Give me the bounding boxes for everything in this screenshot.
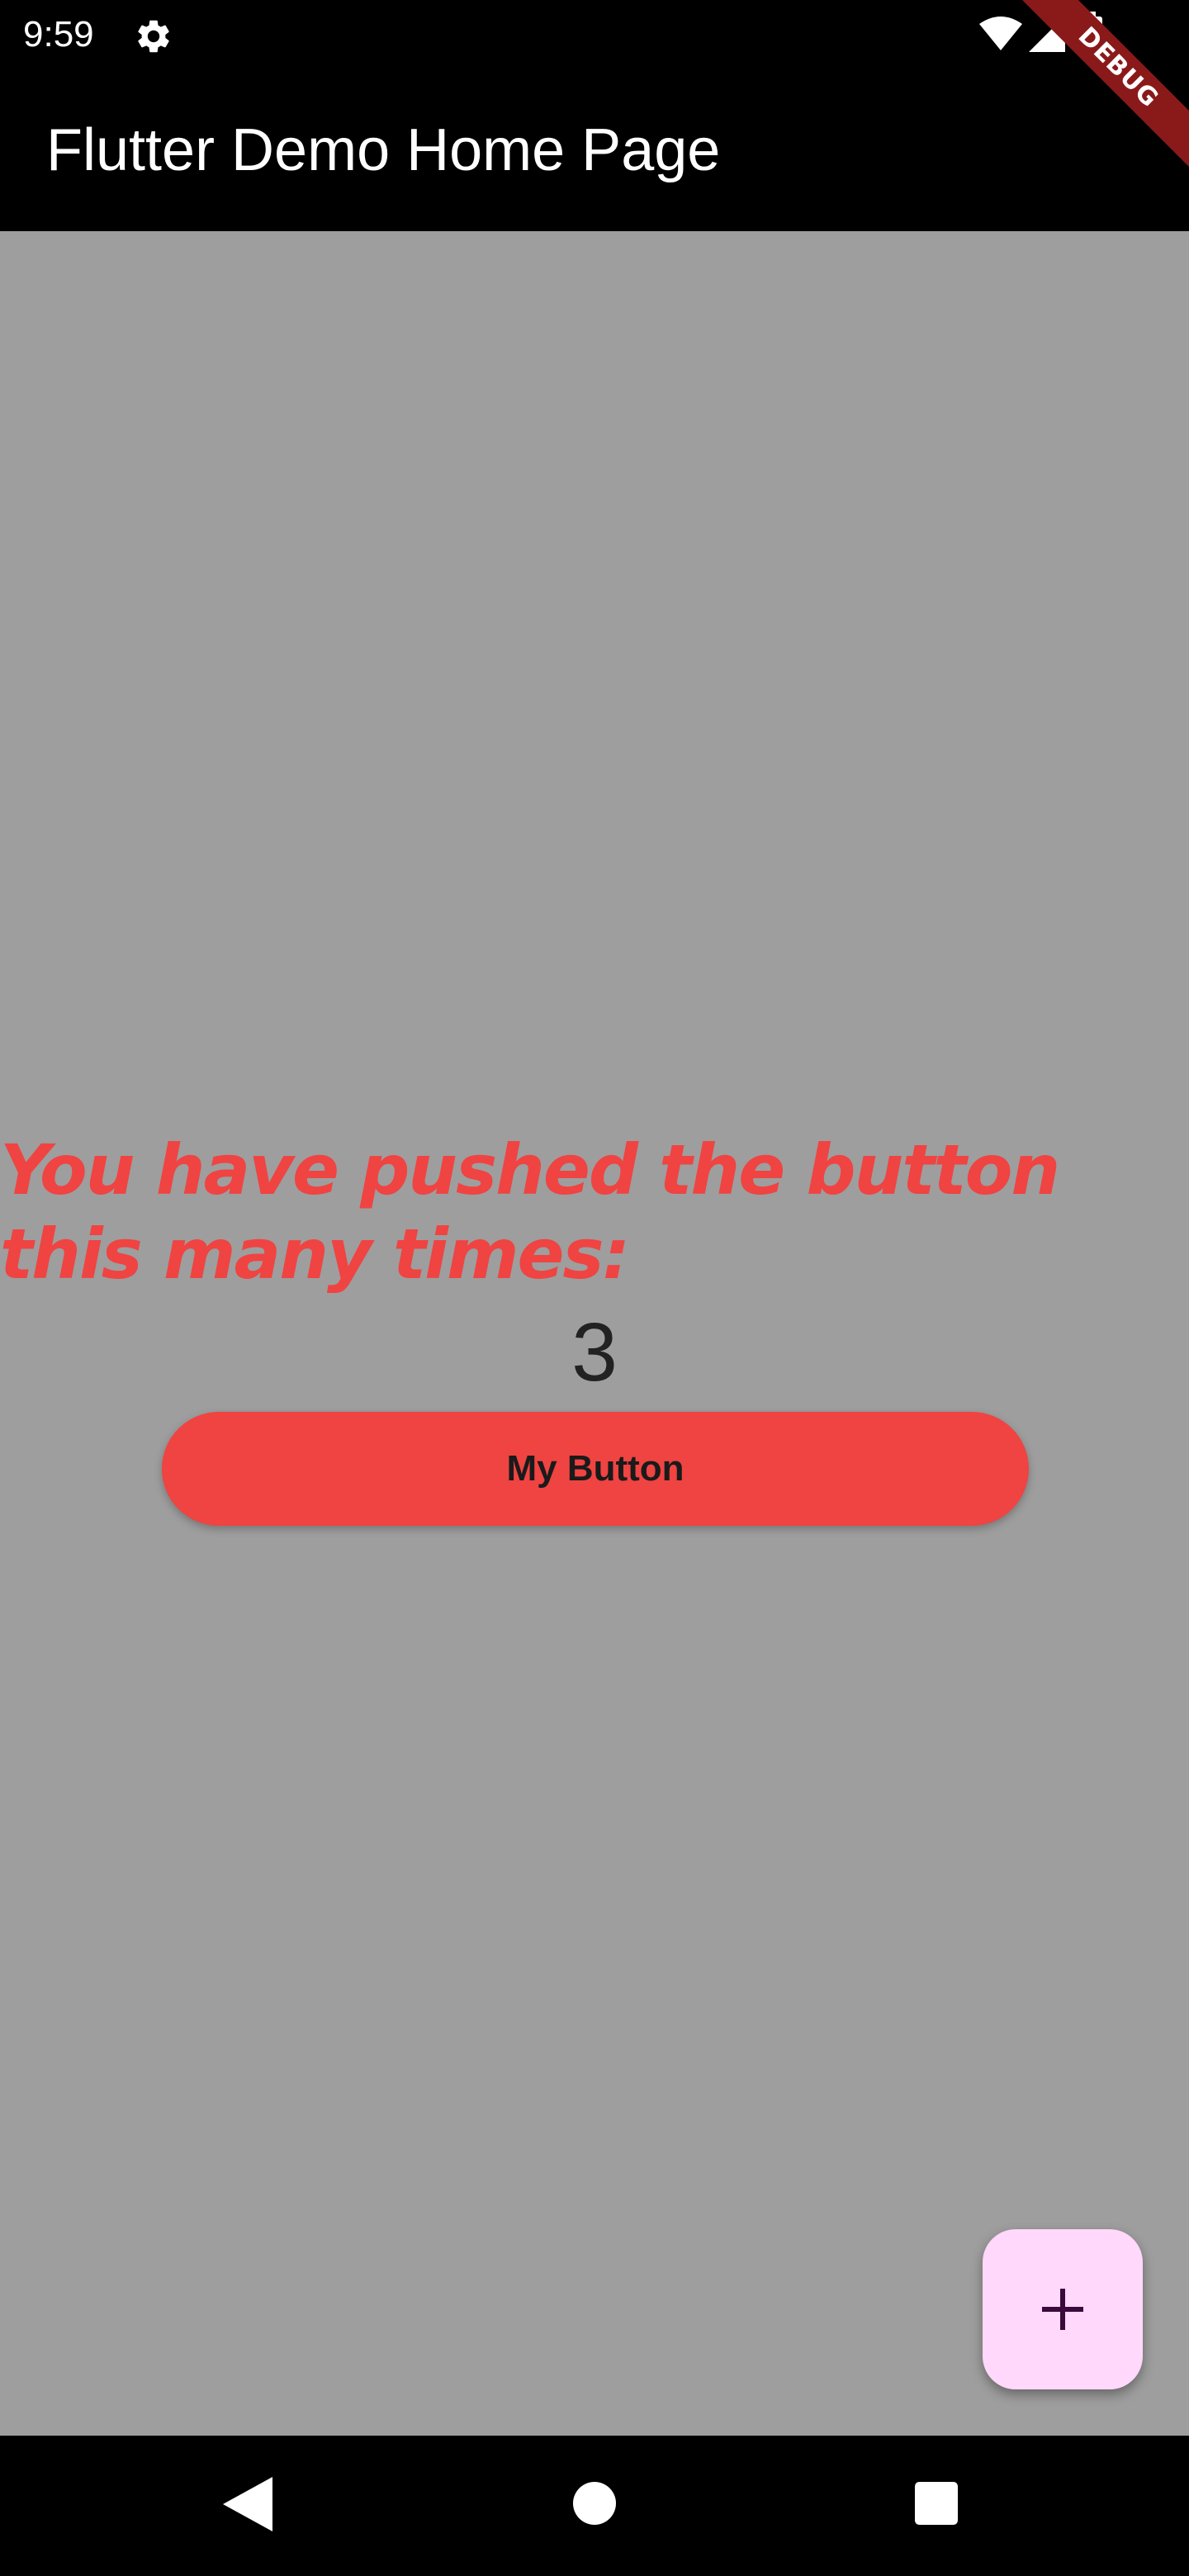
gear-icon [138, 20, 169, 53]
app-bar: Flutter Demo Home Page [0, 69, 1189, 231]
app-screen: 9:59 Flutter Demo Home Page DEBUG You ha… [0, 0, 1189, 2576]
signal-icon [1029, 16, 1065, 52]
nav-bar [0, 2436, 1189, 2576]
wifi-icon [979, 17, 1022, 50]
counter-value: 3 [571, 1306, 618, 1399]
status-bar: 9:59 [0, 0, 1189, 69]
back-icon[interactable] [223, 2477, 272, 2531]
recents-icon[interactable] [915, 2482, 958, 2525]
status-time: 9:59 [23, 14, 94, 54]
my-button[interactable]: My Button [162, 1412, 1029, 1526]
body-area: You have pushed the button this many tim… [0, 231, 1189, 2436]
increment-fab-button[interactable] [983, 2229, 1143, 2389]
plus-icon [1042, 2289, 1083, 2330]
home-icon[interactable] [573, 2482, 616, 2525]
battery-icon [1079, 12, 1102, 54]
counter-prompt: You have pushed the button this many tim… [0, 1129, 1060, 1295]
app-title: Flutter Demo Home Page [46, 117, 721, 183]
